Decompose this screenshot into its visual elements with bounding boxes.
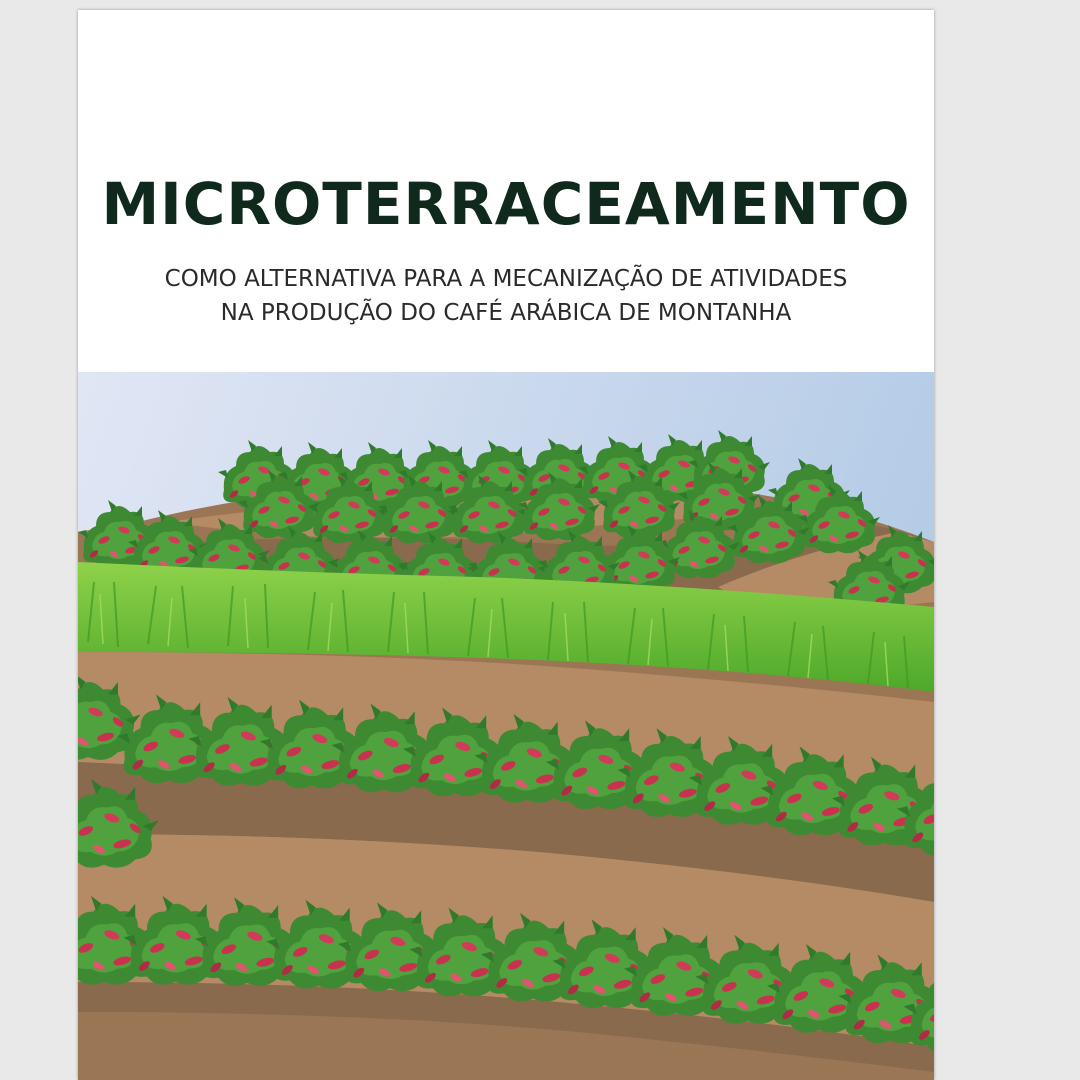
subtitle-line-1: COMO ALTERNATIVA PARA A MECANIZAÇÃO DE A…	[164, 266, 848, 292]
coffee-terrace-illustration	[78, 372, 934, 1080]
page-subtitle: COMO ALTERNATIVA PARA A MECANIZAÇÃO DE A…	[78, 262, 934, 330]
subtitle-line-2: NA PRODUÇÃO DO CAFÉ ARÁBICA DE MONTANHA	[220, 300, 792, 326]
document-viewer: MICROTERRACEAMENTO COMO ALTERNATIVA PARA…	[0, 0, 1080, 1080]
page-title: MICROTERRACEAMENTO	[101, 170, 911, 238]
document-page[interactable]: MICROTERRACEAMENTO COMO ALTERNATIVA PARA…	[78, 10, 934, 1080]
